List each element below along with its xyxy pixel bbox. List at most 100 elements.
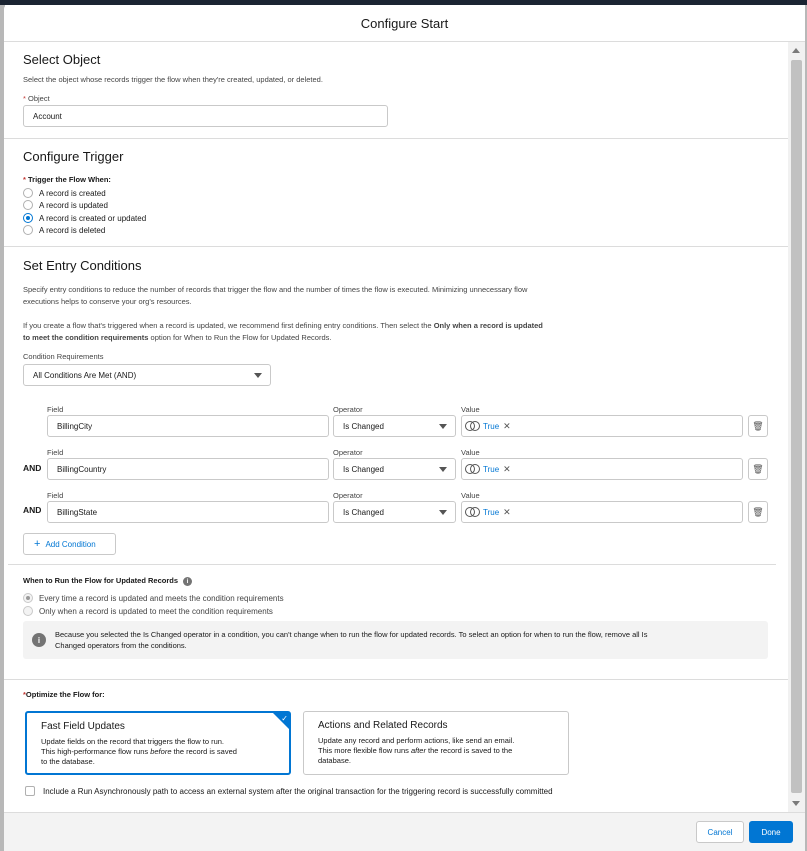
- select-object-description: Select the object whose records trigger …: [23, 75, 323, 84]
- trash-icon: 🗑: [752, 420, 764, 431]
- add-condition-button[interactable]: + Add Condition: [23, 533, 116, 555]
- close-icon[interactable]: ✕: [503, 421, 511, 432]
- done-button[interactable]: Done: [749, 821, 793, 843]
- plus-icon: +: [34, 538, 41, 550]
- divider: [4, 679, 788, 680]
- delete-condition-button[interactable]: 🗑: [748, 458, 768, 480]
- card-text: the record is saved: [171, 747, 237, 756]
- scroll-up-icon[interactable]: [792, 48, 800, 53]
- actions-related-records-card[interactable]: Actions and Related Records Update any r…: [303, 711, 569, 775]
- value-pill-text: True: [483, 421, 500, 431]
- radio-button[interactable]: [23, 188, 33, 198]
- radio-button-selected-disabled: [23, 593, 33, 603]
- condition-field-input[interactable]: BillingCountry: [47, 458, 329, 480]
- when-option-every-time: Every time a record is updated and meets…: [23, 593, 284, 603]
- entry-conditions-description-1: Specify entry conditions to reduce the n…: [23, 284, 527, 308]
- chevron-down-icon: [439, 467, 447, 472]
- toggle-icon: [465, 421, 480, 431]
- cancel-button[interactable]: Cancel: [696, 821, 744, 843]
- condition-operator-select[interactable]: Is Changed: [333, 415, 456, 437]
- value-header: Value: [461, 448, 480, 457]
- required-marker: *: [23, 94, 26, 103]
- card-line: This more flexible flow runs after the r…: [318, 746, 554, 756]
- modal-footer: Cancel Done: [4, 812, 805, 851]
- card-text: This more flexible flow runs: [318, 746, 411, 755]
- condition-operator-value: Is Changed: [343, 421, 384, 431]
- description-line: executions helps to conserve your org's …: [23, 297, 192, 306]
- condition-requirements-label: Condition Requirements: [23, 352, 104, 361]
- radio-button[interactable]: [23, 200, 33, 210]
- radio-label: A record is deleted: [39, 225, 106, 235]
- select-object-title: Select Object: [23, 52, 101, 67]
- trigger-option-created[interactable]: A record is created: [23, 188, 106, 198]
- divider: [4, 246, 788, 247]
- value-pill-text: True: [483, 507, 500, 517]
- modal-title: Configure Start: [360, 15, 449, 31]
- condition-field-input[interactable]: BillingCity: [47, 415, 329, 437]
- info-line: Because you selected the Is Changed oper…: [55, 630, 648, 639]
- condition-field-value: BillingState: [57, 507, 98, 517]
- modal-body: Select Object Select the object whose re…: [4, 42, 788, 812]
- radio-label: A record is created: [39, 188, 106, 198]
- scrollbar-thumb[interactable]: [791, 60, 802, 793]
- card-line: Update fields on the record that trigger…: [41, 737, 225, 746]
- card-description: Update fields on the record that trigger…: [41, 737, 275, 767]
- condition-value-input[interactable]: True ✕: [461, 415, 743, 437]
- condition-value-input[interactable]: True ✕: [461, 501, 743, 523]
- chevron-down-icon: [439, 510, 447, 515]
- condition-field-input[interactable]: BillingState: [47, 501, 329, 523]
- delete-condition-button[interactable]: 🗑: [748, 501, 768, 523]
- card-text: This high-performance flow runs: [41, 747, 151, 756]
- field-header: Field: [47, 448, 64, 457]
- condition-operator-select[interactable]: Is Changed: [333, 501, 456, 523]
- trigger-label: * Trigger the Flow When:: [23, 175, 111, 184]
- value-header: Value: [461, 405, 480, 414]
- description-line: If you create a flow that's triggered wh…: [23, 320, 543, 332]
- toggle-icon: [465, 507, 480, 517]
- info-line: Changed operators from the conditions.: [55, 641, 187, 650]
- entry-conditions-title: Set Entry Conditions: [23, 258, 142, 273]
- run-async-option[interactable]: Include a Run Asynchronously path to acc…: [25, 786, 553, 796]
- trigger-label-text: Trigger the Flow When:: [28, 175, 111, 184]
- run-async-label: Include a Run Asynchronously path to acc…: [43, 786, 553, 796]
- scroll-down-icon[interactable]: [792, 801, 800, 806]
- info-icon: i: [32, 633, 46, 647]
- condition-operator-select[interactable]: Is Changed: [333, 458, 456, 480]
- radio-button[interactable]: [23, 225, 33, 235]
- condition-field-value: BillingCity: [57, 421, 93, 431]
- card-line: to the database.: [41, 757, 95, 766]
- close-icon[interactable]: ✕: [503, 464, 511, 475]
- operator-header: Operator: [333, 448, 363, 457]
- when-to-run-label-text: When to Run the Flow for Updated Records: [23, 576, 178, 585]
- card-emphasis: after: [410, 746, 426, 755]
- trigger-option-deleted[interactable]: A record is deleted: [23, 225, 105, 235]
- value-pill: True ✕: [465, 464, 511, 475]
- field-header: Field: [47, 491, 64, 500]
- trigger-option-created-or-updated[interactable]: A record is created or updated: [23, 213, 146, 223]
- condition-field-value: BillingCountry: [57, 464, 107, 474]
- condition-requirements-select[interactable]: All Conditions Are Met (AND): [23, 364, 271, 386]
- condition-value-input[interactable]: True ✕: [461, 458, 743, 480]
- info-notification: i Because you selected the Is Changed op…: [23, 621, 768, 659]
- close-icon[interactable]: ✕: [503, 507, 511, 518]
- entry-conditions-description-2: If you create a flow that's triggered wh…: [23, 320, 543, 344]
- trigger-option-updated[interactable]: A record is updated: [23, 200, 108, 210]
- card-description: Update any record and perform actions, l…: [318, 736, 554, 766]
- radio-label: Every time a record is updated and meets…: [39, 593, 284, 603]
- run-async-checkbox[interactable]: [25, 786, 35, 796]
- condition-operator-value: Is Changed: [343, 464, 384, 474]
- fast-field-updates-card[interactable]: ✓ Fast Field Updates Update fields on th…: [25, 711, 291, 775]
- radio-button-selected[interactable]: [23, 213, 33, 223]
- info-icon[interactable]: i: [183, 576, 192, 586]
- description-bold: to meet the condition requirements: [23, 333, 149, 342]
- object-input[interactable]: Account: [23, 105, 388, 127]
- radio-label: Only when a record is updated to meet th…: [39, 606, 273, 616]
- radio-label: A record is created or updated: [39, 213, 147, 223]
- description-bold: Only when a record is updated: [433, 321, 543, 330]
- delete-condition-button[interactable]: 🗑: [748, 415, 768, 437]
- toggle-icon: [465, 464, 480, 474]
- check-icon: ✓: [281, 714, 288, 723]
- modal-scrollbar[interactable]: [788, 42, 805, 812]
- info-notification-text: Because you selected the Is Changed oper…: [55, 629, 755, 651]
- when-to-run-label: When to Run the Flow for Updated Records…: [23, 576, 192, 586]
